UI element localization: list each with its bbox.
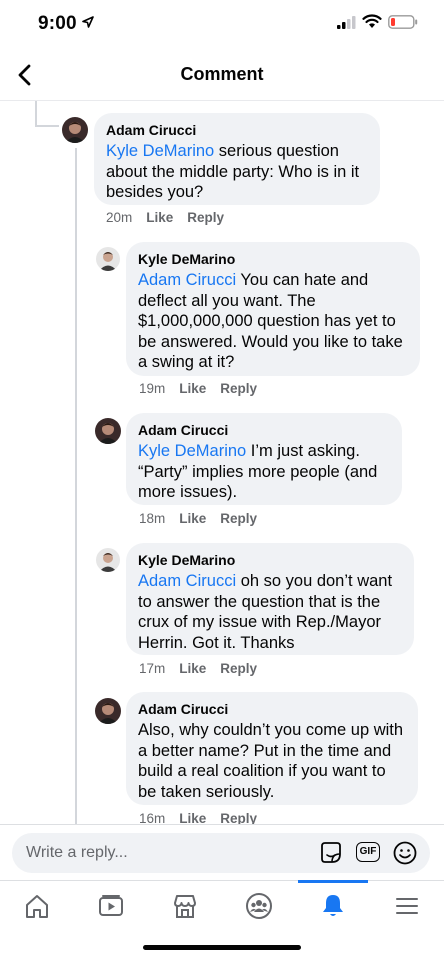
home-indicator[interactable] — [143, 945, 301, 950]
comment-author[interactable]: Adam Cirucci — [106, 121, 368, 139]
emoji-icon[interactable] — [392, 840, 418, 866]
comment-text: Adam Cirucci You can hate and deflect al… — [138, 271, 403, 371]
avatar[interactable] — [95, 418, 121, 444]
comment-time: 20m — [106, 210, 133, 225]
reply-button[interactable]: Reply — [220, 381, 257, 396]
like-button[interactable]: Like — [146, 210, 173, 225]
comment-meta: 18m Like Reply — [139, 511, 271, 526]
comment-author[interactable]: Kyle DeMarino — [138, 250, 408, 268]
marketplace-icon — [174, 895, 196, 918]
profile-photo-icon — [98, 703, 118, 724]
comment-bubble: Kyle DeMarino Adam Cirucci You can hate … — [126, 242, 420, 376]
battery-icon — [388, 15, 418, 29]
profile-photo-icon — [98, 423, 118, 444]
sticker-icon[interactable] — [318, 840, 344, 866]
watch-icon — [99, 895, 123, 916]
comment-author[interactable]: Adam Cirucci — [138, 700, 406, 718]
like-button[interactable]: Like — [179, 511, 206, 526]
groups-icon — [246, 893, 272, 919]
tab-groups[interactable] — [222, 881, 296, 931]
tab-home[interactable] — [0, 881, 74, 931]
comment-text: Also, why couldn’t you come up with a be… — [138, 721, 404, 801]
reply-button[interactable]: Reply — [220, 511, 257, 526]
reply-bar: Write a reply... GIF — [0, 824, 444, 881]
comment-author[interactable]: Adam Cirucci — [138, 421, 390, 439]
comment-time: 17m — [139, 661, 166, 676]
comment-bubble: Kyle DeMarino Adam Cirucci oh so you don… — [126, 543, 414, 655]
mention-link[interactable]: Kyle DeMarino — [106, 142, 214, 160]
reply-button[interactable]: Reply — [220, 661, 257, 676]
reply-button[interactable]: Reply — [187, 210, 224, 225]
gif-button[interactable]: GIF — [356, 842, 380, 862]
mention-link[interactable]: Adam Cirucci — [138, 271, 236, 289]
comment-time: 18m — [139, 511, 166, 526]
comment-bubble: Adam Cirucci Kyle DeMarino serious quest… — [94, 113, 380, 205]
comment-time: 19m — [139, 381, 166, 396]
thread-line — [35, 101, 37, 127]
tab-notifications[interactable] — [296, 881, 370, 931]
comment-meta: 19m Like Reply — [139, 381, 271, 396]
status-time: 9:00 — [38, 13, 77, 34]
avatar[interactable] — [62, 117, 88, 143]
comment-meta: 17m Like Reply — [139, 661, 271, 676]
home-icon — [26, 895, 48, 918]
mention-link[interactable]: Adam Cirucci — [138, 572, 236, 590]
header-bar: Comment — [0, 52, 444, 101]
like-button[interactable]: Like — [179, 381, 206, 396]
page-title: Comment — [180, 64, 264, 84]
signal-icon — [337, 16, 356, 29]
gif-label: GIF — [359, 846, 377, 857]
profile-photo-icon — [99, 252, 117, 271]
comment-author[interactable]: Kyle DeMarino — [138, 551, 402, 569]
profile-photo-icon — [99, 553, 117, 572]
comment-bubble: Adam Cirucci Also, why couldn’t you come… — [126, 692, 418, 805]
reply-input[interactable]: Write a reply... GIF — [12, 833, 430, 873]
comment-text: Kyle DeMarino serious question about the… — [106, 142, 360, 201]
like-button[interactable]: Like — [179, 661, 206, 676]
notifications-icon — [323, 895, 343, 916]
tab-menu[interactable] — [370, 881, 444, 931]
comment-text: Kyle DeMarino I’m just asking. “Party” i… — [138, 442, 378, 501]
avatar[interactable] — [95, 698, 121, 724]
mention-link[interactable]: Kyle DeMarino — [138, 442, 246, 460]
status-bar: 9:00 — [0, 0, 444, 50]
reply-placeholder: Write a reply... — [26, 844, 128, 861]
wifi-icon — [362, 14, 382, 28]
tab-marketplace[interactable] — [148, 881, 222, 931]
menu-icon — [396, 898, 418, 914]
profile-photo-icon — [65, 122, 85, 143]
tab-watch[interactable] — [74, 881, 148, 931]
location-icon — [82, 16, 94, 28]
thread-line — [35, 125, 59, 127]
avatar[interactable] — [96, 548, 120, 572]
bottom-nav — [0, 880, 444, 931]
comment-text: Adam Cirucci oh so you don’t want to ans… — [138, 572, 393, 652]
avatar[interactable] — [96, 247, 120, 271]
thread-line — [75, 148, 77, 828]
comment-bubble: Adam Cirucci Kyle DeMarino I’m just aski… — [126, 413, 402, 505]
comment-meta: 20m Like Reply — [106, 210, 238, 225]
